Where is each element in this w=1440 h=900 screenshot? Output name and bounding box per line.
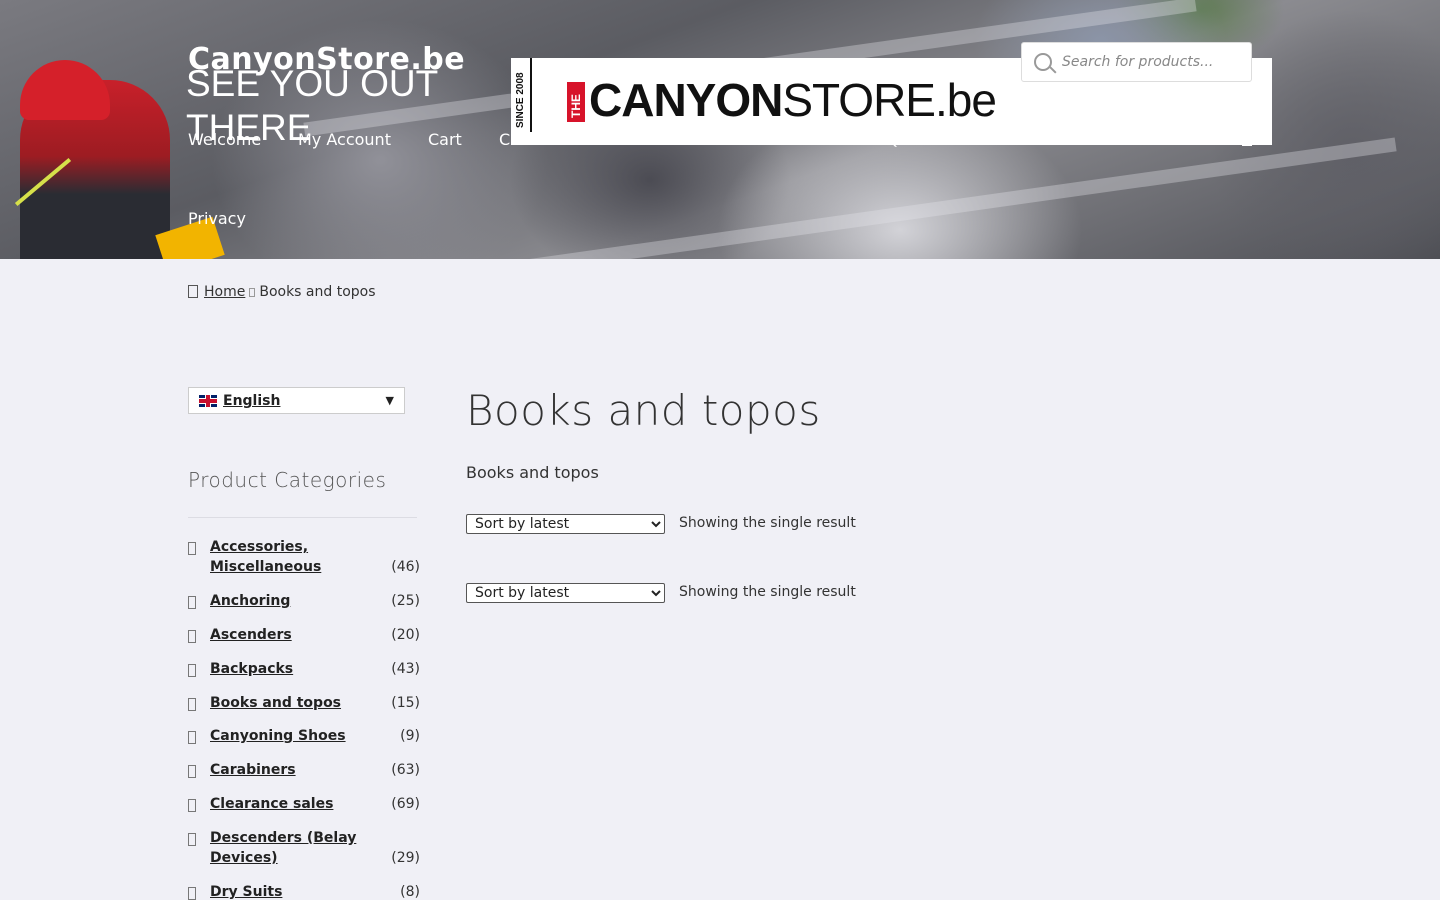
nav-item-faq[interactable]: FAQ	[868, 130, 899, 149]
search-icon[interactable]	[1034, 53, 1052, 71]
category-item: Ascenders (20)	[188, 625, 420, 659]
category-item: Dry Suits (8)	[188, 882, 420, 900]
site-title-link[interactable]: CanyonStore.be	[188, 42, 465, 77]
logo-wordmark: CANYONSTORE.be	[589, 74, 997, 126]
category-item: Anchoring (25)	[188, 591, 420, 625]
category-description: Books and topos	[466, 463, 599, 482]
category-link[interactable]: Anchoring	[210, 591, 370, 611]
breadcrumb-home-link[interactable]: Home	[204, 284, 245, 300]
folder-icon	[188, 596, 196, 609]
category-item: Descenders (Belay Devices) (29)	[188, 828, 420, 882]
category-item: Canyoning Shoes (9)	[188, 726, 420, 760]
folder-icon	[188, 698, 196, 711]
folder-icon	[188, 887, 196, 900]
nav-item-privacy[interactable]: Privacy	[188, 209, 246, 228]
result-count-bottom: Showing the single result	[679, 584, 856, 600]
logo-the-badge: THE	[567, 82, 585, 122]
category-link[interactable]: Dry Suits	[210, 882, 370, 900]
category-link[interactable]: Carabiners	[210, 760, 370, 780]
category-count: (25)	[391, 593, 420, 609]
category-count: (15)	[391, 695, 420, 711]
product-search[interactable]	[1021, 42, 1252, 82]
folder-icon	[188, 765, 196, 778]
category-count: (63)	[391, 762, 420, 778]
divider	[188, 517, 417, 518]
category-count: (8)	[400, 884, 420, 900]
folder-icon	[188, 542, 196, 555]
cart-icon[interactable]	[1242, 134, 1252, 146]
logo-brand-rest: STORE	[782, 74, 936, 126]
page-title: Books and topos	[466, 386, 821, 435]
category-link[interactable]: Clearance sales	[210, 794, 370, 814]
nav-item-checkout[interactable]: Checkout	[499, 130, 574, 149]
category-link[interactable]: Descenders (Belay Devices)	[210, 828, 370, 868]
nav-item-contactform[interactable]: Contactform	[612, 130, 712, 149]
nav-item-conditions[interactable]: Conditions	[749, 130, 834, 149]
logo-since-text: SINCE 2008	[515, 72, 526, 128]
language-label: English	[223, 393, 281, 409]
language-switcher[interactable]: English ▼	[188, 387, 405, 414]
category-link[interactable]: Accessories, Miscellaneous	[210, 537, 370, 577]
category-item: Clearance sales (69)	[188, 794, 420, 828]
logo-brand-bold: CANYON	[589, 74, 783, 126]
breadcrumb-separator-icon	[249, 288, 256, 297]
logo-brand-tld: .be	[934, 74, 997, 126]
category-item: Books and topos (15)	[188, 693, 420, 726]
category-count: (29)	[391, 850, 420, 866]
nav-item-cart[interactable]: Cart	[428, 130, 462, 149]
category-count: (46)	[391, 559, 420, 575]
search-input[interactable]	[1062, 43, 1247, 81]
breadcrumb: Home Books and topos	[188, 284, 376, 300]
logo-the-text: THE	[569, 94, 583, 118]
category-count: (43)	[391, 661, 420, 677]
category-count: (9)	[400, 728, 420, 744]
category-count: (20)	[391, 627, 420, 643]
nav-item-my-account[interactable]: My Account	[298, 130, 391, 149]
category-item: Accessories, Miscellaneous (46)	[188, 537, 420, 591]
category-item: Backpacks (43)	[188, 659, 420, 693]
result-count-top: Showing the single result	[679, 515, 856, 531]
folder-icon	[188, 731, 196, 744]
category-link[interactable]: Canyoning Shoes	[210, 726, 370, 746]
folder-icon	[188, 630, 196, 643]
sort-select-bottom[interactable]: Sort by latest	[466, 583, 665, 603]
category-count: (69)	[391, 796, 420, 812]
uk-flag-icon	[199, 395, 217, 407]
logo-since-badge: SINCE 2008	[511, 58, 532, 132]
folder-icon	[188, 664, 196, 677]
category-link[interactable]: Ascenders	[210, 625, 370, 645]
category-item: Carabiners (63)	[188, 760, 420, 794]
site-header: SEE YOU OUT THERE CanyonStore.be SINCE 2…	[0, 0, 1440, 259]
nav-item-welcome[interactable]: Welcome	[188, 130, 261, 149]
sort-select-top[interactable]: Sort by latest	[466, 514, 665, 534]
category-link[interactable]: Backpacks	[210, 659, 370, 679]
folder-icon	[188, 833, 196, 846]
product-categories-heading: Product Categories	[188, 468, 387, 492]
breadcrumb-current: Books and topos	[259, 284, 376, 300]
header-photo-canyoneer	[0, 60, 175, 259]
folder-icon	[188, 799, 196, 812]
product-categories-list: Accessories, Miscellaneous (46) Anchorin…	[188, 537, 420, 900]
category-link[interactable]: Books and topos	[210, 693, 370, 713]
home-icon	[188, 285, 198, 298]
header-background-streak	[503, 137, 1397, 259]
dropdown-caret-icon: ▼	[385, 394, 394, 407]
